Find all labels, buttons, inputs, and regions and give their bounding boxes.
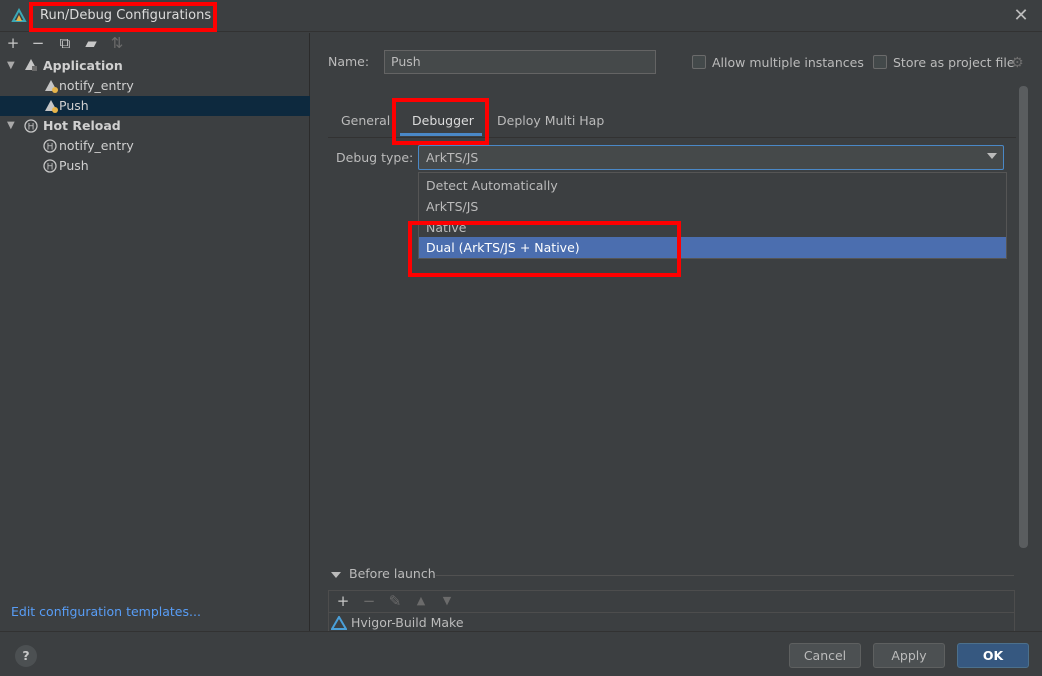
hot-reload-icon: H bbox=[24, 119, 38, 133]
deveco-logo-icon bbox=[11, 8, 27, 22]
tree-item-label: notify_entry bbox=[59, 138, 134, 153]
tree-item-push-hot[interactable]: H Push bbox=[0, 156, 310, 176]
new-folder-icon[interactable]: ▰ bbox=[82, 34, 100, 52]
tree-item-hot-reload[interactable]: ▼ H Hot Reload bbox=[0, 116, 310, 136]
scrollbar[interactable] bbox=[1019, 86, 1028, 548]
move-down-icon[interactable]: ▼ bbox=[438, 592, 456, 610]
before-launch-toolbar: + − ✎ ▲ ▼ bbox=[328, 590, 1015, 612]
allow-multiple-checkbox[interactable] bbox=[692, 55, 706, 69]
cancel-button[interactable]: Cancel bbox=[789, 643, 861, 668]
sort-icon[interactable]: ⇅ bbox=[108, 34, 126, 52]
before-launch-list: Hvigor-Build Make bbox=[328, 612, 1015, 631]
help-button[interactable]: ? bbox=[15, 645, 37, 667]
before-launch-divider bbox=[436, 575, 1014, 576]
before-launch-item-label: Hvigor-Build Make bbox=[351, 615, 464, 630]
debug-type-label: Debug type: bbox=[336, 150, 414, 165]
tab-general[interactable]: General bbox=[341, 112, 390, 136]
tree-item-application[interactable]: ▼ Application bbox=[0, 56, 310, 76]
app-config-icon bbox=[45, 100, 58, 113]
before-launch-label[interactable]: Before launch bbox=[349, 566, 436, 581]
copy-icon[interactable]: ⧉ bbox=[56, 34, 74, 52]
chevron-down-icon[interactable]: ▼ bbox=[7, 56, 15, 76]
name-field[interactable]: Push bbox=[384, 50, 656, 74]
store-project-label[interactable]: Store as project file bbox=[893, 55, 1015, 70]
chevron-down-icon[interactable] bbox=[331, 572, 341, 578]
list-item[interactable]: Hvigor-Build Make bbox=[331, 615, 464, 631]
hvigor-icon bbox=[331, 616, 347, 630]
tree-item-label: notify_entry bbox=[59, 78, 134, 93]
allow-multiple-label[interactable]: Allow multiple instances bbox=[712, 55, 864, 70]
edit-icon[interactable]: ✎ bbox=[386, 592, 404, 610]
tree-item-label: Push bbox=[59, 158, 89, 173]
add-icon[interactable]: + bbox=[334, 592, 352, 610]
ok-button[interactable]: OK bbox=[957, 643, 1029, 668]
close-icon[interactable]: ✕ bbox=[1011, 6, 1031, 26]
gear-icon[interactable]: ⚙ bbox=[1011, 55, 1024, 71]
hot-reload-icon: H bbox=[43, 159, 57, 173]
hot-reload-icon: H bbox=[43, 139, 57, 153]
chevron-down-icon bbox=[987, 153, 997, 159]
tree-toolbar: + − ⧉ ▰ ⇅ bbox=[0, 34, 310, 54]
tree-item-push-selected[interactable]: Push bbox=[0, 96, 310, 116]
application-icon bbox=[25, 59, 37, 71]
debug-type-value: ArkTS/JS bbox=[426, 150, 479, 165]
svg-text:H: H bbox=[47, 163, 54, 173]
remove-icon[interactable]: − bbox=[360, 592, 378, 610]
option-arkts-js[interactable]: ArkTS/JS bbox=[419, 196, 1006, 217]
tree-item-label: Hot Reload bbox=[43, 118, 121, 133]
tree-item-notify-entry-hot[interactable]: H notify_entry bbox=[0, 136, 310, 156]
title-highlight-box bbox=[29, 2, 217, 32]
edit-templates-link[interactable]: Edit configuration templates... bbox=[11, 604, 201, 619]
add-icon[interactable]: + bbox=[4, 34, 22, 52]
option-detect-automatically[interactable]: Detect Automatically bbox=[419, 175, 1006, 196]
remove-icon[interactable]: − bbox=[29, 34, 47, 52]
option-highlight-box bbox=[408, 221, 681, 277]
apply-button[interactable]: Apply bbox=[873, 643, 945, 668]
svg-text:H: H bbox=[28, 123, 35, 133]
app-config-icon bbox=[45, 80, 58, 93]
tree-item-label: Push bbox=[59, 98, 89, 113]
store-project-checkbox[interactable] bbox=[873, 55, 887, 69]
debug-type-select[interactable]: ArkTS/JS bbox=[418, 145, 1004, 170]
name-label: Name: bbox=[328, 54, 370, 69]
tab-highlight-box bbox=[392, 98, 489, 145]
tree-item-label: Application bbox=[43, 58, 123, 73]
chevron-down-icon[interactable]: ▼ bbox=[7, 116, 15, 136]
tab-deploy-multi-hap[interactable]: Deploy Multi Hap bbox=[497, 112, 604, 136]
move-up-icon[interactable]: ▲ bbox=[412, 592, 430, 610]
svg-text:H: H bbox=[47, 143, 54, 153]
tree-item-notify-entry[interactable]: notify_entry bbox=[0, 76, 310, 96]
